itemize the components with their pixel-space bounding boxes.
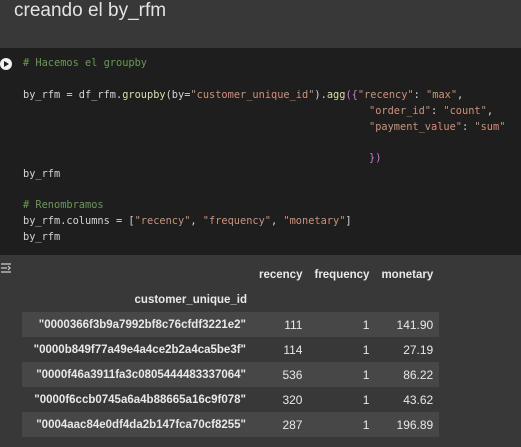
cell-recency: 320: [282, 392, 303, 407]
cell-frequency: 1: [362, 367, 370, 382]
cell-frequency: 1: [362, 417, 370, 432]
cell-monetary: 196.89: [396, 417, 434, 432]
row-index: "0000f6ccb0745a6a4b88665a16c9f078": [34, 393, 246, 406]
code-line: }): [369, 152, 382, 164]
table-row: "0000366f3b9a7992bf8c76cfdf3221e2" 111 1…: [22, 312, 440, 337]
table-row: "0000f6ccb0745a6a4b88665a16c9f078" 320 1…: [22, 387, 440, 412]
code-line: "order_id": "count",: [369, 105, 494, 117]
row-index: "0004aac84e0df4da2b147fca70cf8255": [36, 418, 246, 431]
code-comment: # Hacemos el groupby: [23, 57, 147, 69]
cell-frequency: 1: [362, 317, 370, 332]
cell-monetary: 86.22: [403, 367, 434, 382]
code-cell[interactable]: # Hacemos el groupby by_rfm = df_rfm.gro…: [0, 48, 521, 255]
cell-recency: 287: [282, 417, 303, 432]
cell-monetary: 27.19: [403, 342, 434, 357]
code-line: by_rfm: [23, 231, 61, 243]
column-header-recency: recency: [259, 268, 303, 281]
table-row: "0004aac84e0df4da2b147fca70cf8255" 287 1…: [22, 412, 440, 437]
code-line: by_rfm = df_rfm.groupby(by="customer_uni…: [23, 89, 464, 101]
row-index: "0000f46a3911fa3c0805444483337064": [36, 368, 246, 381]
column-header-frequency: frequency: [314, 268, 370, 281]
cell-frequency: 1: [362, 392, 370, 407]
row-index: "0000b849f77a49e4a4ce2b2a4ca5be3f": [33, 343, 246, 356]
section-heading: creando el by_rfm: [14, 0, 167, 21]
cell-recency: 114: [283, 342, 303, 357]
output-toggle-icon[interactable]: [0, 262, 12, 276]
row-index: "0000366f3b9a7992bf8c76cfdf3221e2": [38, 318, 246, 331]
cell-monetary: 141.90: [396, 317, 434, 332]
play-circle-icon[interactable]: [0, 58, 12, 70]
cell-recency: 111: [284, 317, 303, 332]
table-row: "0000b849f77a49e4a4ce2b2a4ca5be3f" 114 1…: [22, 337, 440, 362]
code-line: "payment_value": "sum": [369, 121, 506, 133]
index-name-row: customer_unique_id: [22, 287, 439, 312]
column-header-monetary: monetary: [381, 268, 434, 281]
code-line: by_rfm.columns = ["recency", "frequency"…: [23, 215, 352, 227]
code-line: by_rfm: [23, 168, 61, 180]
table-row: "0000f46a3911fa3c0805444483337064" 536 1…: [22, 362, 440, 387]
index-header-blank: [22, 262, 253, 287]
code-comment: # Renombramos: [23, 199, 104, 211]
column-header-row: recency frequency monetary: [22, 262, 439, 287]
dataframe-table: recency frequency monetary customer_uniq…: [22, 262, 440, 437]
cell-frequency: 1: [362, 342, 370, 357]
index-name: customer_unique_id: [134, 293, 247, 306]
cell-recency: 536: [282, 367, 303, 382]
cell-monetary: 43.62: [403, 392, 434, 407]
